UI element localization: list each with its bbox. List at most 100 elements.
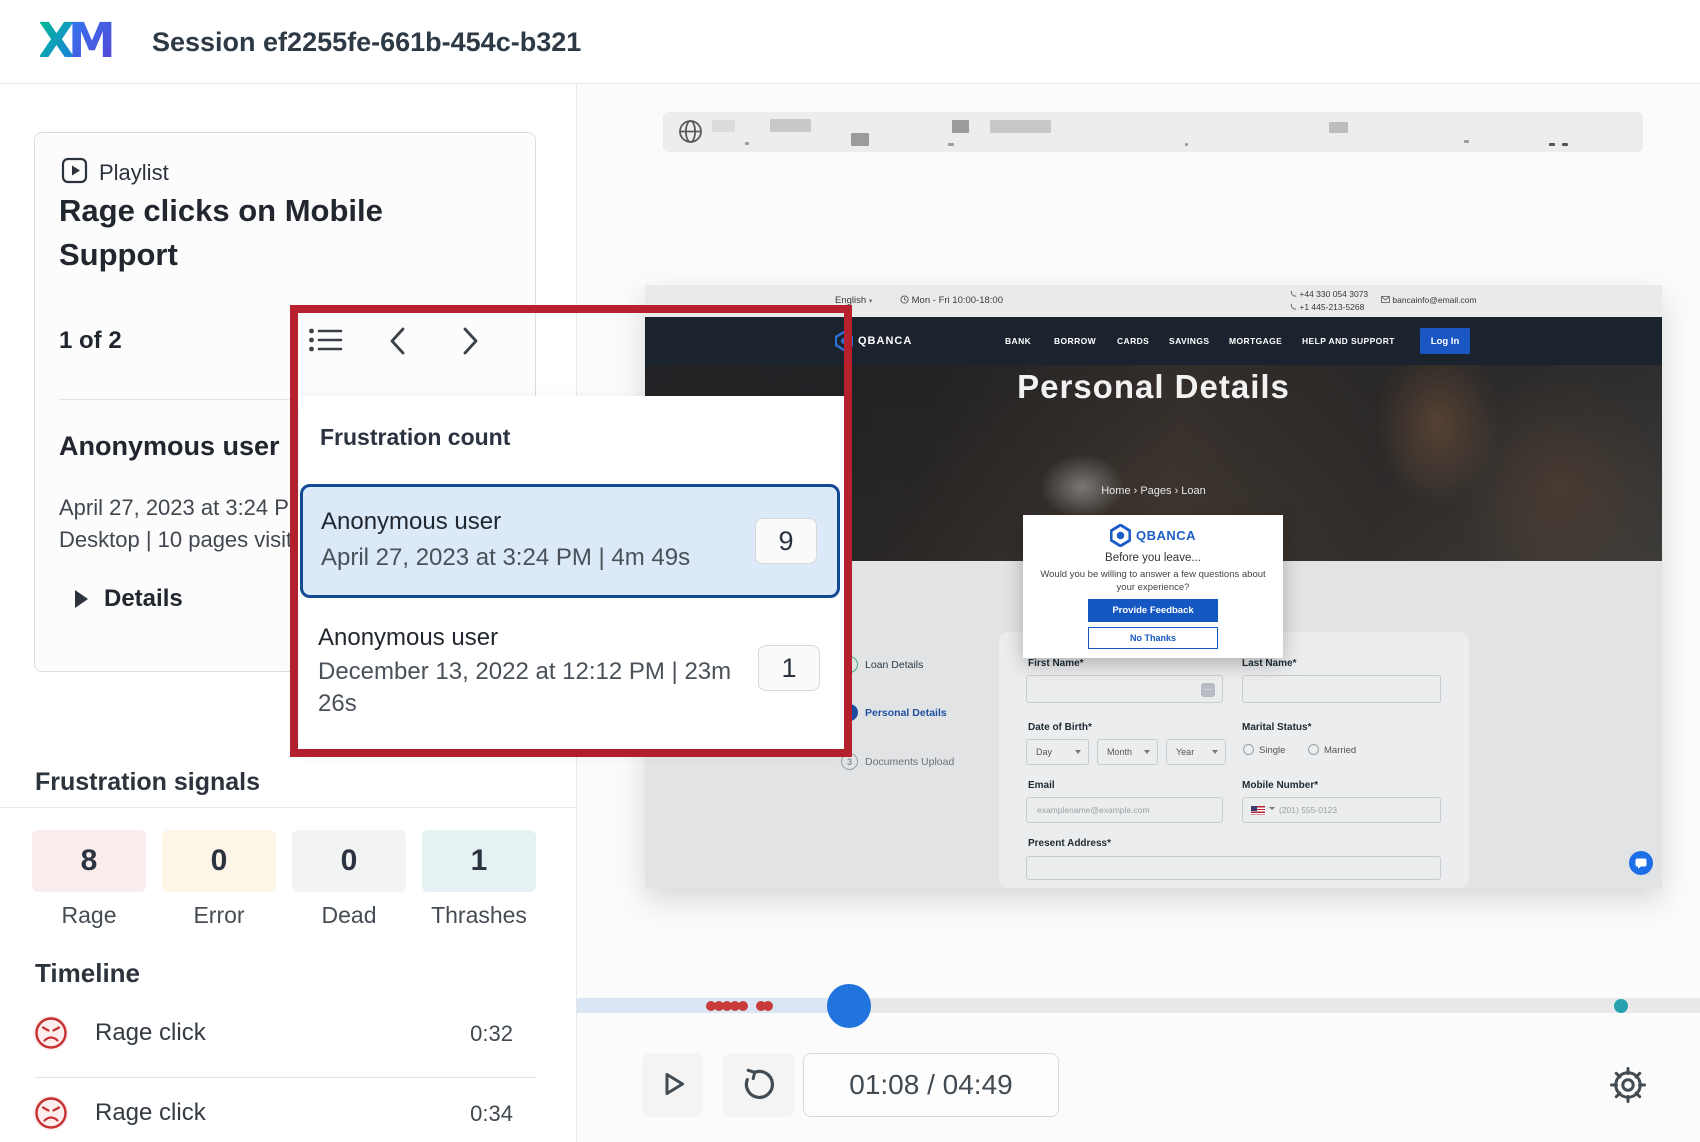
timeline-event-row[interactable]: Rage click 0:32	[32, 1014, 513, 1070]
chevron-down-icon	[1212, 750, 1218, 754]
frustration-count-popup: Frustration count Anonymous user April 2…	[298, 396, 844, 749]
details-expander[interactable]: Details	[75, 585, 183, 613]
app-header: X M Session ef2255fe-661b-454c-b321	[0, 0, 1700, 84]
chevron-down-icon	[1269, 807, 1275, 810]
timeline-event-label: Rage click	[95, 1099, 206, 1127]
rage-marker-dot	[763, 1001, 773, 1011]
present-address-label: Present Address*	[1028, 838, 1111, 849]
playlist-session-item-selected[interactable]: Anonymous user April 27, 2023 at 3:24 PM…	[300, 484, 840, 598]
email-label: Email	[1028, 780, 1055, 791]
timeline-title: Timeline	[35, 958, 140, 989]
playlist-title: Rage clicks on Mobile Support	[59, 189, 449, 277]
session-item-user: Anonymous user	[321, 508, 501, 536]
session-datetime: April 27, 2023 at 3:24 PM	[59, 495, 307, 521]
mobile-number-label: Mobile Number*	[1242, 780, 1318, 791]
site-hours: Mon - Fri 10:00-18:00	[900, 295, 1003, 306]
session-item-datetime: December 13, 2022 at 12:12 PM | 23m 26s	[318, 656, 754, 720]
chat-widget-button	[1629, 851, 1653, 875]
signal-dead-count: 0	[292, 830, 406, 892]
session-item-datetime: April 27, 2023 at 3:24 PM | 4m 49s	[321, 542, 690, 574]
redacted-mark	[1185, 143, 1188, 146]
married-label: Married	[1324, 745, 1356, 756]
signal-thrashes-label: Thrashes	[422, 902, 536, 929]
gear-icon	[1608, 1065, 1648, 1108]
session-user-heading: Anonymous user	[59, 431, 280, 462]
timeline-event-time: 0:34	[470, 1101, 513, 1127]
chat-icon	[1635, 858, 1647, 869]
modal-heading: Before you leave...	[1023, 552, 1283, 564]
signal-dead-label: Dead	[292, 902, 406, 929]
signal-rage-count: 8	[32, 830, 146, 892]
redacted-block	[1329, 122, 1348, 133]
redacted-mark	[1562, 143, 1568, 146]
redacted-mark	[745, 142, 749, 145]
playhead-handle[interactable]	[827, 984, 871, 1028]
timeline-event-time: 0:32	[470, 1021, 513, 1047]
site-phone-2: +1 445-213-5268	[1290, 302, 1364, 312]
marital-status-label: Marital Status*	[1242, 722, 1311, 733]
rage-marker-dot	[738, 1001, 748, 1011]
redacted-text-block	[990, 120, 1051, 133]
thrash-marker-dot	[1614, 999, 1628, 1013]
playlist-label: Playlist	[99, 160, 169, 186]
frustration-count-badge: 9	[755, 518, 817, 564]
rage-face-icon	[32, 1014, 70, 1052]
nav-item-help: HELP AND SUPPORT	[1302, 336, 1395, 346]
single-radio	[1243, 744, 1254, 755]
redacted-text-block	[770, 119, 811, 132]
frustration-count-badge: 1	[758, 645, 820, 691]
month-select: Month	[1097, 739, 1158, 765]
replay-browser-bar	[663, 112, 1643, 152]
timeline-event-label: Rage click	[95, 1019, 206, 1047]
timeline-divider	[35, 1077, 537, 1078]
nav-item-mortgage: MORTGAGE	[1229, 336, 1282, 346]
play-button[interactable]	[642, 1053, 703, 1117]
last-name-label: Last Name*	[1242, 658, 1296, 669]
mobile-placeholder: (201) 555-0123	[1279, 805, 1337, 815]
redacted-text-block	[712, 120, 735, 132]
site-login-button: Log In	[1420, 328, 1470, 354]
popup-heading: Frustration count	[320, 424, 510, 451]
page-title: Session ef2255fe-661b-454c-b321	[152, 0, 581, 84]
redacted-block	[851, 133, 869, 146]
first-name-label: First Name*	[1028, 658, 1084, 669]
annotation-highlight-box: Frustration count Anonymous user April 2…	[290, 305, 852, 757]
frustration-signals-title: Frustration signals	[35, 768, 260, 797]
site-email: bancainfo@email.com	[1381, 295, 1477, 305]
timeline-event-row[interactable]: Rage click 0:34	[32, 1094, 513, 1142]
playlist-session-item[interactable]: Anonymous user December 13, 2022 at 12:1…	[300, 620, 840, 740]
playlist-position: 1 of 2	[59, 327, 122, 355]
globe-icon	[677, 118, 704, 150]
modal-body-text: Would you be willing to answer a few que…	[1038, 569, 1268, 595]
no-thanks-button: No Thanks	[1088, 627, 1218, 649]
redacted-block	[952, 120, 969, 133]
restart-button[interactable]	[723, 1053, 795, 1117]
day-select: Day	[1026, 739, 1089, 765]
playlist-icon	[61, 157, 88, 189]
svg-text:M: M	[68, 13, 116, 65]
replay-arrow-icon	[740, 1065, 778, 1106]
chevron-down-icon	[1144, 750, 1150, 754]
stepper-label-personal-details: Personal Details	[865, 707, 947, 719]
playback-time-display: 01:08 / 04:49	[803, 1053, 1059, 1117]
play-icon	[656, 1067, 690, 1104]
settings-button[interactable]	[1600, 1058, 1656, 1114]
nav-item-borrow: BORROW	[1054, 336, 1096, 346]
sidebar-divider	[0, 807, 577, 808]
signal-error-count: 0	[162, 830, 276, 892]
stepper-label-documents-upload: Documents Upload	[865, 756, 954, 768]
email-input: examplename@example.com	[1026, 797, 1223, 823]
signal-error-label: Error	[162, 902, 276, 929]
triangle-right-icon	[75, 590, 88, 608]
redacted-mark	[1549, 143, 1555, 146]
session-replay-app: X M Session ef2255fe-661b-454c-b321 Play…	[0, 0, 1700, 1142]
chevron-down-icon	[1075, 750, 1081, 754]
present-address-input	[1026, 856, 1441, 880]
hexagon-logo-icon	[1110, 524, 1131, 547]
nav-item-savings: SAVINGS	[1169, 336, 1209, 346]
signal-rage-label: Rage	[32, 902, 146, 929]
email-placeholder: examplename@example.com	[1037, 805, 1150, 815]
nav-item-bank: BANK	[1005, 336, 1031, 346]
single-label: Single	[1259, 745, 1285, 756]
first-name-input: ⋯	[1026, 675, 1223, 703]
